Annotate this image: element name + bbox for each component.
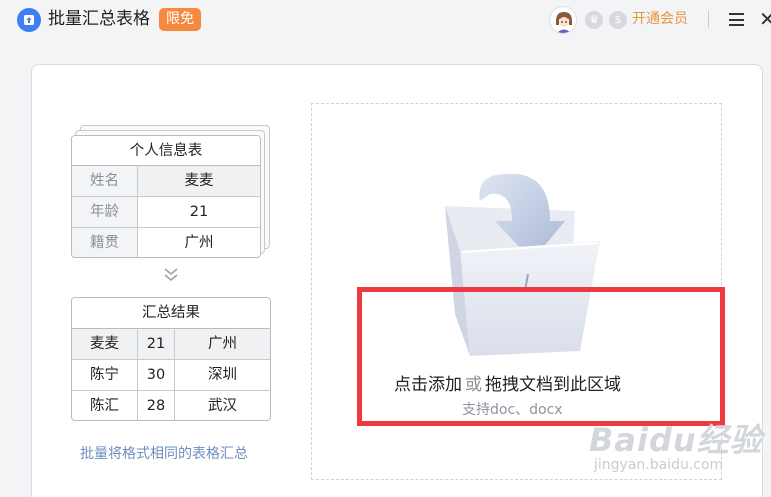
crown-icon[interactable]: ♛	[585, 11, 603, 29]
baidu-jingyan-watermark: Baidu经验 jingyan.baidu.com	[589, 415, 771, 495]
free-badge: 限免	[159, 8, 201, 31]
table-cell: 麦麦	[72, 329, 138, 359]
double-chevron-down-icon	[162, 266, 180, 284]
feature-description: 批量将格式相同的表格汇总	[80, 446, 248, 462]
open-vip-link[interactable]: 开通会员	[632, 9, 688, 29]
app-logo-icon	[17, 8, 41, 32]
toolbar-divider	[708, 11, 709, 28]
highlight-annotation-box	[357, 287, 725, 426]
table-cell: 陈宁	[72, 360, 138, 390]
row-label: 年龄	[72, 197, 138, 227]
sample-info-table: 个人信息表 姓名 麦麦 年龄 21 籍贯 广州	[71, 135, 261, 258]
coin-icon[interactable]: $	[609, 11, 627, 29]
table-row: 麦麦 21 广州	[72, 329, 270, 360]
table-row: 年龄 21	[72, 197, 260, 228]
table-row: 籍贯 广州	[72, 228, 260, 257]
app-title: 批量汇总表格	[48, 9, 150, 29]
title-bar: 批量汇总表格 限免 ♛ $ 开通会员 ✕	[0, 0, 771, 40]
table-cell: 陈汇	[72, 391, 138, 420]
row-value: 广州	[184, 235, 214, 251]
table-cell: 广州	[208, 336, 237, 352]
table-cell: 28	[138, 391, 175, 420]
table-row: 陈宁 30 深圳	[72, 360, 270, 391]
summary-result-table: 汇总结果 麦麦 21 广州 陈宁 30 深圳 陈汇 28 武汉	[71, 297, 271, 421]
table-cell: 深圳	[208, 367, 237, 383]
result-table-title: 汇总结果	[72, 298, 270, 329]
row-value: 麦麦	[138, 166, 260, 196]
table-cell: 21	[138, 329, 175, 359]
row-label: 籍贯	[72, 228, 138, 257]
row-value: 21	[189, 204, 209, 220]
table-row: 陈汇 28 武汉	[72, 391, 270, 420]
table-row: 姓名 麦麦	[72, 166, 260, 197]
table-cell: 30	[138, 360, 175, 390]
user-avatar[interactable]	[549, 6, 577, 34]
sample-table-title: 个人信息表	[72, 136, 260, 166]
menu-icon[interactable]	[729, 13, 744, 26]
table-cell: 武汉	[208, 398, 237, 414]
watermark-brand: Baidu经验	[589, 421, 763, 459]
row-label: 姓名	[72, 166, 138, 196]
close-icon[interactable]: ✕	[759, 8, 771, 30]
watermark-url: jingyan.baidu.com	[594, 457, 724, 473]
